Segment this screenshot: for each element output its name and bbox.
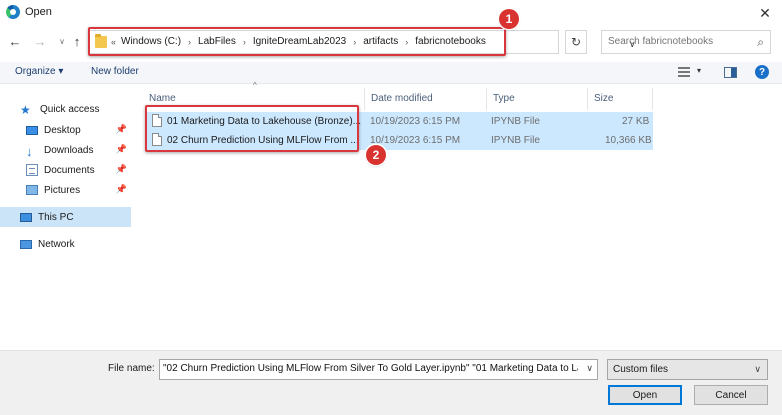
- file-size: 10,366 KB: [605, 135, 652, 146]
- download-icon: ↓: [26, 144, 33, 159]
- file-name-input[interactable]: [163, 363, 578, 374]
- sidebar-item-quick-access[interactable]: ★ Quick access: [0, 99, 131, 119]
- sidebar-item-documents[interactable]: Documents 📌: [0, 160, 131, 180]
- pin-icon[interactable]: 📌: [116, 124, 127, 135]
- sidebar-item-label: Downloads: [44, 144, 94, 156]
- sidebar-item-pictures[interactable]: Pictures 📌: [0, 180, 131, 200]
- new-folder-button[interactable]: New folder: [91, 66, 139, 77]
- up-arrow-icon[interactable]: ↑: [68, 31, 86, 51]
- column-header-type[interactable]: Type: [487, 88, 588, 110]
- title-bar: Open ✕: [0, 0, 782, 26]
- close-button[interactable]: ✕: [748, 0, 782, 26]
- command-toolbar: Organize ▾ New folder ▾ ?: [0, 62, 782, 84]
- window-title: Open: [25, 6, 52, 18]
- file-name-combobox[interactable]: ∨: [159, 359, 598, 380]
- file-size: 27 KB: [622, 116, 650, 127]
- sidebar-item-label: Desktop: [44, 124, 81, 136]
- address-highlight-annotation: [88, 27, 506, 56]
- file-date: 10/19/2023 6:15 PM: [370, 116, 461, 127]
- help-icon[interactable]: ?: [755, 65, 769, 79]
- sidebar-item-label: Quick access: [40, 103, 100, 115]
- forward-arrow-icon[interactable]: →: [31, 31, 49, 51]
- sidebar-item-downloads[interactable]: ↓ Downloads 📌: [0, 140, 131, 160]
- pin-icon[interactable]: 📌: [116, 164, 127, 175]
- sidebar-item-desktop[interactable]: Desktop 📌: [0, 120, 131, 140]
- search-input[interactable]: [608, 36, 748, 47]
- navigation-pane: ★ Quick access Desktop 📌 ↓ Downloads 📌 D…: [0, 85, 133, 350]
- refresh-icon[interactable]: ↻: [565, 30, 587, 54]
- file-date: 10/19/2023 6:15 PM: [370, 135, 461, 146]
- column-header-size[interactable]: Size: [588, 88, 653, 110]
- open-button[interactable]: Open: [608, 385, 682, 405]
- computer-icon: [20, 212, 32, 222]
- sidebar-item-label: Network: [38, 238, 75, 250]
- file-name-label: File name:: [108, 363, 155, 374]
- cancel-button[interactable]: Cancel: [694, 385, 768, 405]
- edge-icon: [6, 5, 20, 19]
- file-type-value: Custom files: [613, 364, 669, 375]
- star-icon: ★: [20, 103, 31, 117]
- chevron-down-icon[interactable]: ∨: [754, 364, 761, 375]
- view-options-chevron-icon[interactable]: ▾: [697, 66, 701, 75]
- desktop-icon: [26, 125, 38, 135]
- callout-badge-2: 2: [366, 145, 386, 165]
- file-selection-highlight-annotation: [145, 105, 359, 152]
- back-arrow-icon[interactable]: ←: [6, 31, 24, 51]
- chevron-down-icon[interactable]: ∨: [586, 363, 593, 374]
- search-box[interactable]: ⌕: [601, 30, 771, 54]
- sidebar-item-label: Pictures: [44, 184, 81, 196]
- navigation-bar: ← → ∨ ↑ « Windows (C:) › LabFiles › Igni…: [0, 27, 782, 56]
- pin-icon[interactable]: 📌: [116, 184, 127, 195]
- file-type: IPYNB File: [491, 135, 540, 146]
- sidebar-item-this-pc[interactable]: This PC: [0, 207, 131, 227]
- file-type: IPYNB File: [491, 116, 540, 127]
- view-options-icon[interactable]: [678, 67, 690, 77]
- callout-badge-1: 1: [499, 9, 519, 29]
- sidebar-item-label: This PC: [38, 211, 74, 223]
- dialog-footer: File name: ∨ Custom files ∨ Open Cancel: [0, 350, 782, 415]
- preview-pane-icon[interactable]: [724, 67, 737, 78]
- network-icon: [20, 239, 32, 249]
- organize-menu-button[interactable]: Organize ▾: [15, 66, 63, 77]
- column-header-date-modified[interactable]: Date modified: [365, 88, 487, 110]
- sidebar-item-network[interactable]: Network: [0, 234, 131, 254]
- pictures-icon: [26, 185, 38, 195]
- pin-icon[interactable]: 📌: [116, 144, 127, 155]
- document-icon: [26, 164, 38, 176]
- search-icon[interactable]: ⌕: [757, 35, 764, 50]
- sidebar-item-label: Documents: [44, 164, 95, 176]
- file-type-select[interactable]: Custom files ∨: [607, 359, 768, 380]
